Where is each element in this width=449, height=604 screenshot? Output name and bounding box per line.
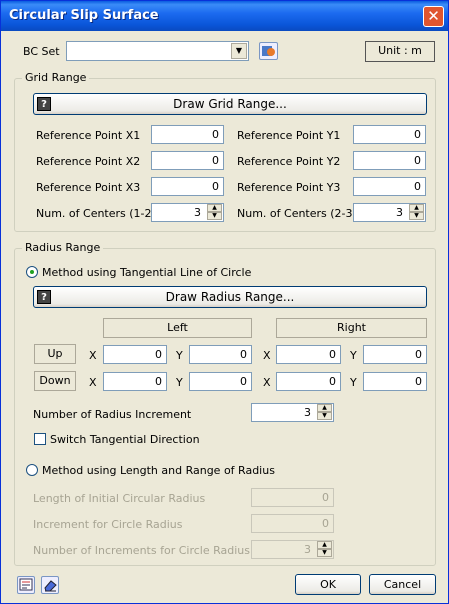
up-right-y-field[interactable]: 0 [363, 345, 427, 364]
left-column-header: Left [103, 318, 252, 338]
bcset-label: BC Set [23, 45, 60, 58]
circle-increment-label: Increment for Circle Radius [33, 518, 183, 531]
title-bar[interactable]: Circular Slip Surface ✕ [1, 1, 448, 31]
x-letter: X [89, 349, 97, 362]
ref-y2-field[interactable]: 0 [353, 151, 426, 170]
chevron-down-icon[interactable]: ▼ [231, 43, 247, 59]
bcset-combo[interactable]: ▼ [66, 41, 249, 61]
right-column-header: Right [276, 318, 427, 338]
ref-x3-field[interactable]: 0 [151, 177, 224, 196]
close-button[interactable]: ✕ [423, 6, 444, 27]
grid-range-label: Grid Range [22, 71, 90, 84]
ref-x2-label: Reference Point X2 [36, 155, 141, 168]
x-letter: X [263, 349, 271, 362]
ref-x1-field[interactable]: 0 [151, 125, 224, 144]
down-row-label: Down [34, 371, 76, 391]
radius-increment-spinner[interactable]: 3 ▲ ▼ [251, 403, 334, 422]
spin-up-icon[interactable]: ▲ [207, 204, 222, 212]
num-increments-spinner[interactable]: 3 ▲ ▼ [251, 540, 334, 559]
draw-radius-range-label: Draw Radius Range... [165, 290, 295, 304]
ref-x3-label: Reference Point X3 [36, 181, 141, 194]
bcset-manager-icon[interactable] [259, 42, 278, 60]
up-row-label: Up [34, 344, 76, 364]
dialog-window: Circular Slip Surface ✕ BC Set ▼ Unit : … [0, 0, 449, 604]
radius-increment-value: 3 [304, 406, 311, 419]
centers-12-label: Num. of Centers (1-2) [36, 207, 156, 220]
radius-increment-label: Number of Radius Increment [33, 408, 192, 421]
ok-button[interactable]: OK [295, 574, 361, 595]
spin-up-icon[interactable]: ▲ [317, 541, 332, 549]
y-letter: Y [350, 376, 357, 389]
spin-down-icon[interactable]: ▼ [317, 412, 332, 420]
down-right-y-field[interactable]: 0 [363, 372, 427, 391]
unit-display: Unit : m [365, 41, 435, 62]
draw-grid-range-button[interactable]: ? Draw Grid Range... [33, 93, 427, 115]
circle-increment-field[interactable]: 0 [251, 514, 334, 533]
spin-down-icon[interactable]: ▼ [207, 212, 222, 220]
up-right-x-field[interactable]: 0 [276, 345, 341, 364]
centers-12-value: 3 [194, 206, 201, 219]
draw-grid-range-label: Draw Grid Range... [173, 97, 287, 111]
initial-radius-field[interactable]: 0 [251, 488, 334, 507]
down-left-x-field[interactable]: 0 [103, 372, 167, 391]
ref-x2-field[interactable]: 0 [151, 151, 224, 170]
down-left-y-field[interactable]: 0 [189, 372, 252, 391]
num-increments-label: Number of Increments for Circle Radius [33, 544, 250, 557]
num-increments-value: 3 [304, 543, 311, 556]
centers-23-value: 3 [396, 206, 403, 219]
radius-range-label: Radius Range [22, 241, 104, 254]
spin-down-icon[interactable]: ▼ [409, 212, 424, 220]
ref-y1-field[interactable]: 0 [353, 125, 426, 144]
window-title: Circular Slip Surface [9, 8, 159, 23]
switch-tangential-checkbox[interactable] [34, 433, 46, 445]
centers-23-spinner[interactable]: 3 ▲ ▼ [353, 203, 426, 222]
switch-tangential-label: Switch Tangential Direction [50, 433, 200, 446]
up-left-y-field[interactable]: 0 [189, 345, 252, 364]
ref-x1-label: Reference Point X1 [36, 129, 141, 142]
ref-y2-label: Reference Point Y2 [237, 155, 341, 168]
help-icon: ? [37, 290, 51, 304]
y-letter: Y [176, 349, 183, 362]
report-icon[interactable] [17, 576, 35, 594]
up-left-x-field[interactable]: 0 [103, 345, 167, 364]
centers-12-spinner[interactable]: 3 ▲ ▼ [151, 203, 224, 222]
help-icon: ? [37, 97, 51, 111]
ref-y3-field[interactable]: 0 [353, 177, 426, 196]
spin-up-icon[interactable]: ▲ [409, 204, 424, 212]
ref-y3-label: Reference Point Y3 [237, 181, 341, 194]
ref-y1-label: Reference Point Y1 [237, 129, 341, 142]
method-length-radio[interactable] [26, 464, 38, 476]
method-length-label: Method using Length and Range of Radius [42, 464, 275, 477]
centers-23-label: Num. of Centers (2-3) [237, 207, 357, 220]
spin-down-icon[interactable]: ▼ [317, 549, 332, 557]
initial-radius-label: Length of Initial Circular Radius [33, 492, 206, 505]
x-letter: X [89, 376, 97, 389]
method-tangential-radio[interactable] [26, 266, 38, 278]
x-letter: X [263, 376, 271, 389]
y-letter: Y [176, 376, 183, 389]
eraser-icon[interactable] [41, 576, 59, 594]
method-tangential-label: Method using Tangential Line of Circle [42, 266, 252, 279]
cancel-button[interactable]: Cancel [369, 574, 436, 595]
y-letter: Y [350, 349, 357, 362]
down-right-x-field[interactable]: 0 [276, 372, 341, 391]
spin-up-icon[interactable]: ▲ [317, 404, 332, 412]
draw-radius-range-button[interactable]: ? Draw Radius Range... [33, 286, 427, 308]
